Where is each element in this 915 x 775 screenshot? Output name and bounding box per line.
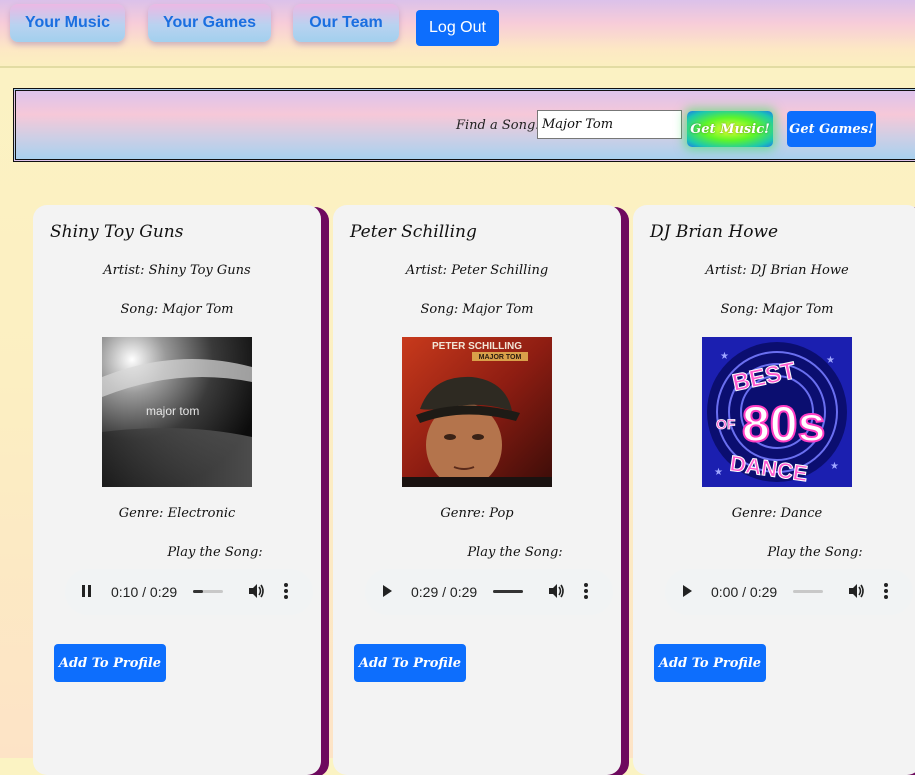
svg-text:MAJOR TOM: MAJOR TOM [479,354,522,361]
pause-icon[interactable] [81,584,93,601]
add-to-profile-button[interactable]: Add To Profile [54,644,166,682]
album-cover-image: PETER SCHILLING MAJOR TOM [402,337,552,487]
album-cover-image: major tom [102,337,252,487]
player-time: 0:10 / 0:29 [111,584,178,600]
play-song-label: Play the Song: [467,545,563,560]
card-song: Song: Major Tom [720,302,834,317]
add-to-profile-button[interactable]: Add To Profile [354,644,466,682]
svg-text:★: ★ [714,467,723,478]
nav-our-team-button[interactable]: Our Team [293,4,399,42]
card-artist: Artist: Shiny Toy Guns [103,263,251,278]
more-options-icon[interactable] [283,582,289,603]
volume-icon[interactable] [847,582,865,603]
svg-text:★: ★ [830,461,839,472]
card-artist: Artist: Peter Schilling [405,263,549,278]
seek-bar[interactable] [793,590,823,593]
find-song-label: Find a Song: [456,118,540,133]
song-card: Peter Schilling Artist: Peter Schilling … [333,205,621,775]
svg-text:★: ★ [720,351,729,362]
player-time: 0:00 / 0:29 [711,584,778,600]
player-time: 0:29 / 0:29 [411,584,478,600]
card-genre: Genre: Dance [731,506,823,521]
card-artist: Artist: DJ Brian Howe [705,263,849,278]
play-icon[interactable] [681,584,693,601]
song-card: DJ Brian Howe Artist: DJ Brian Howe Song… [633,205,915,775]
audio-player[interactable]: 0:29 / 0:29 [365,569,613,615]
play-icon[interactable] [381,584,393,601]
audio-player[interactable]: 0:10 / 0:29 [65,569,313,615]
get-music-button[interactable]: Get Music! [687,111,773,147]
svg-text:80s: 80s [742,396,825,452]
card-title: DJ Brian Howe [650,222,779,242]
play-song-label: Play the Song: [167,545,263,560]
add-to-profile-button[interactable]: Add To Profile [654,644,766,682]
seek-progress [193,590,204,593]
nav-your-games-button[interactable]: Your Games [148,4,271,42]
volume-icon[interactable] [547,582,565,603]
play-song-label: Play the Song: [767,545,863,560]
more-options-icon[interactable] [883,582,889,603]
svg-text:★: ★ [826,355,835,366]
seek-progress [493,590,523,593]
song-card: Shiny Toy Guns Artist: Shiny Toy Guns So… [33,205,321,775]
card-title: Peter Schilling [350,222,477,242]
volume-icon[interactable] [247,582,265,603]
nav-your-music-button[interactable]: Your Music [10,4,125,42]
card-song: Song: Major Tom [420,302,534,317]
seek-bar[interactable] [493,590,523,593]
more-options-icon[interactable] [583,582,589,603]
get-games-button[interactable]: Get Games! [787,111,876,147]
seek-bar[interactable] [193,590,223,593]
audio-player[interactable]: 0:00 / 0:29 [665,569,913,615]
album-cover-image: ★ ★ ★ ★ BEST OF 80s DANCE [702,337,852,487]
card-genre: Genre: Pop [440,506,514,521]
svg-text:PETER SCHILLING: PETER SCHILLING [432,341,522,352]
card-song: Song: Major Tom [120,302,234,317]
svg-text:OF: OF [716,416,736,432]
card-genre: Genre: Electronic [118,506,236,521]
top-navbar: Your Music Your Games Our Team Log Out [0,0,915,68]
card-title: Shiny Toy Guns [50,222,184,242]
song-search-bar: Find a Song: Major Tom Get Music! Get Ga… [13,88,915,162]
svg-text:major tom: major tom [146,404,199,418]
logout-button[interactable]: Log Out [416,10,499,46]
song-search-input[interactable]: Major Tom [537,110,682,139]
